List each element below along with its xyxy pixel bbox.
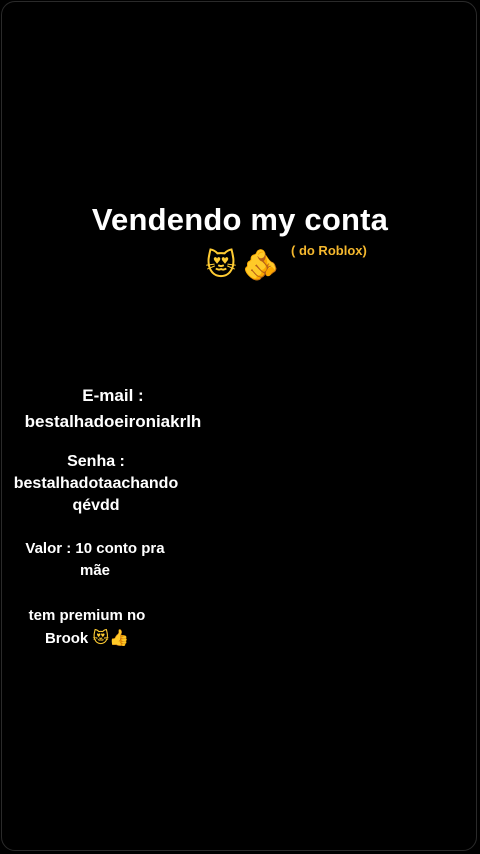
senha-value-line-1: bestalhadotaachando [13,475,179,492]
email-label: E-mail : [82,386,144,405]
thumbs-up-emoji-icon: 👍 [109,628,130,647]
valor-line-2: mãe [79,562,111,579]
senha-value: bestalhadotaachando qévdd [0,473,192,517]
valor-text: Valor : 10 conto pra mãe [0,538,190,582]
premium-line-2: Brook 😻👍 [0,627,174,650]
title-emoji-row: 😻 🫵 [202,248,280,284]
post-title: Vendendo my conta [91,202,389,237]
premium-text: tem premium no Brook 😻👍 [0,605,174,650]
senha-value-line-2: qévdd [72,497,120,514]
valor-line-1: Valor : 10 conto pra [25,540,165,557]
heart-eyes-cat-emoji-icon: 😻 [92,628,110,647]
premium-line-1: tem premium no [28,607,146,624]
post-subtitle: ( do Roblox) [291,243,367,258]
pointing-hand-emoji-icon: 🫵 [242,248,280,283]
email-value: bestalhadoeironiakrlh [24,412,202,431]
premium-line-2-text: Brook [44,630,89,647]
senha-label: Senha : [67,453,125,470]
heart-eyes-cat-emoji-icon: 😻 [205,248,237,283]
